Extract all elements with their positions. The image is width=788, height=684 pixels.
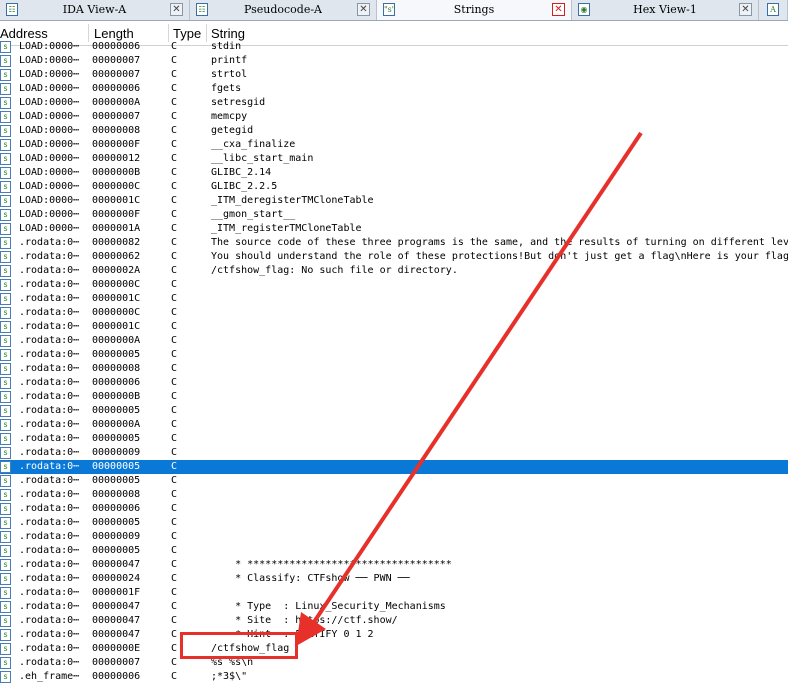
annotation-arrow — [296, 131, 643, 646]
